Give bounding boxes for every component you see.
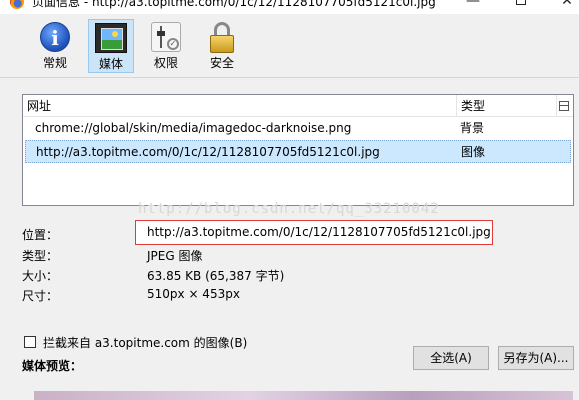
tab-permissions-label: 权限 — [153, 56, 178, 70]
maximize-icon — [516, 0, 526, 5]
column-header-type[interactable]: 类型 — [457, 95, 557, 117]
watermark: http://blog.csdn.net/qq_33210042 — [138, 201, 440, 217]
minimize-button[interactable]: — — [463, 0, 483, 8]
type-label: 类型： — [22, 249, 59, 263]
list-item-address: http://a3.topitme.com/0/1c/12/1128107705… — [36, 145, 380, 159]
save-as-button[interactable]: 另存为(A)... — [498, 346, 574, 370]
tab-media-label: 媒体 — [98, 57, 123, 71]
info-icon: i — [39, 22, 71, 54]
firefox-icon — [10, 0, 24, 9]
title-bar: 页面信息 - http://a3.topitme.com/0/1c/12/112… — [0, 0, 579, 14]
tab-security[interactable]: 安全 — [199, 19, 245, 73]
lock-icon — [206, 22, 238, 54]
column-header-address[interactable]: 网址 — [23, 95, 457, 117]
list-item-selected[interactable]: http://a3.topitme.com/0/1c/12/1128107705… — [25, 140, 571, 163]
tab-media[interactable]: 媒体 — [88, 19, 134, 73]
list-header: 网址 类型 — [23, 95, 573, 117]
list-item-type: 图像 — [461, 145, 486, 159]
tab-permissions[interactable]: ✓ 权限 — [143, 19, 189, 73]
size-label: 大小： — [22, 269, 59, 283]
media-list[interactable]: 网址 类型 chrome://global/skin/media/imagedo… — [22, 94, 574, 206]
size-value: 63.85 KB (65,387 字节) — [147, 269, 285, 283]
tab-security-label: 安全 — [209, 56, 234, 70]
window-title: 页面信息 - http://a3.topitme.com/0/1c/12/112… — [32, 0, 436, 9]
close-button[interactable]: ✕ — [557, 0, 577, 8]
list-item-type: 背景 — [460, 121, 485, 135]
type-value: JPEG 图像 — [147, 249, 203, 263]
maximize-button[interactable] — [511, 0, 531, 8]
list-item[interactable]: chrome://global/skin/media/imagedoc-dark… — [23, 117, 573, 140]
tab-general-label: 常规 — [42, 56, 67, 70]
column-picker-icon[interactable] — [559, 101, 569, 111]
media-icon — [95, 23, 127, 55]
permissions-icon: ✓ — [150, 22, 182, 54]
dimensions-label: 尺寸： — [22, 289, 59, 303]
location-label: 位置： — [22, 228, 59, 242]
block-images-label[interactable]: 拦截来自 a3.topitme.com 的图像(B) — [43, 335, 247, 351]
list-item-address: chrome://global/skin/media/imagedoc-dark… — [35, 121, 352, 135]
select-all-button[interactable]: 全选(A) — [413, 346, 489, 370]
dimensions-value: 510px × 453px — [147, 287, 240, 301]
media-preview-image — [34, 391, 573, 400]
location-field[interactable]: http://a3.topitme.com/0/1c/12/1128107705… — [135, 220, 493, 245]
media-preview-label: 媒体预览： — [22, 359, 83, 373]
block-images-checkbox[interactable] — [24, 336, 36, 348]
toolbar-divider — [0, 77, 579, 78]
toolbar: i 常规 媒体 ✓ 权限 安全 — [0, 14, 579, 76]
tab-general[interactable]: i 常规 — [32, 19, 78, 73]
